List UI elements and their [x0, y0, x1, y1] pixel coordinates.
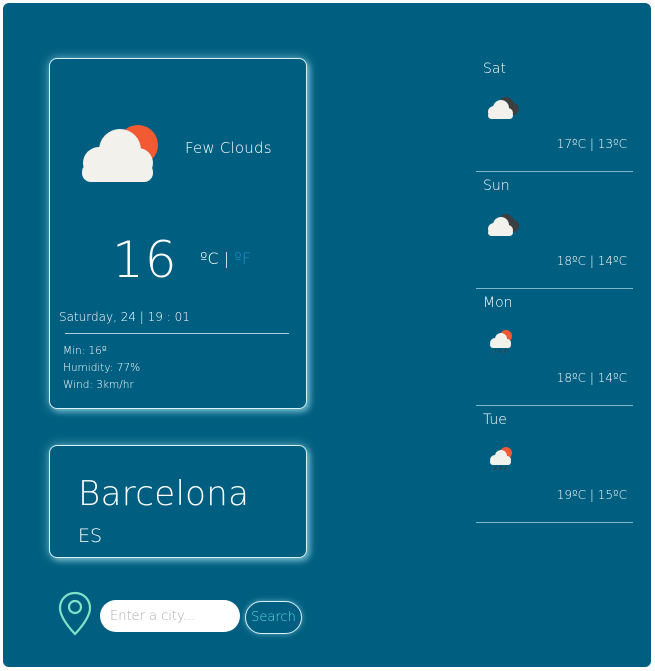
forecast-day: Tue 19ºC | 15ºC	[476, 406, 633, 523]
forecast-temperature-range: 17ºC | 13ºC	[556, 137, 627, 151]
fahrenheit-unit[interactable]: ºF	[234, 249, 251, 268]
forecast-temperature-range: 18ºC | 14ºC	[556, 254, 627, 268]
wind-speed: Wind: 3km/hr	[63, 379, 134, 391]
current-weather-card: Few Clouds 16 ºC | ºF Saturday, 24 | 19 …	[49, 58, 307, 409]
country-code: ES	[78, 525, 103, 547]
forecast-day-name: Sun	[483, 178, 510, 194]
unit-toggle: ºC | ºF	[200, 249, 251, 268]
search-button[interactable]: Search	[245, 601, 302, 634]
rain-cloud-icon	[490, 330, 512, 354]
forecast-day-name: Tue	[483, 412, 507, 428]
weather-condition: Few Clouds	[185, 139, 272, 157]
forecast-temperature-range: 18ºC | 14ºC	[556, 371, 627, 385]
few-clouds-day-icon	[82, 125, 158, 182]
city-search-input[interactable]	[100, 600, 240, 632]
divider	[65, 333, 289, 334]
weather-details: Min: 16º Humidity: 77% Wind: 3km/hr	[63, 343, 140, 394]
date-time: Saturday, 24 | 19 : 01	[59, 310, 190, 324]
city-name: Barcelona	[78, 474, 250, 514]
forecast-day: Sat 17ºC | 13ºC	[476, 55, 633, 172]
rain-cloud-icon	[490, 447, 512, 471]
forecast-day: Mon 18ºC | 14ºC	[476, 289, 633, 406]
forecast-day: Sun 18ºC | 14ºC	[476, 172, 633, 289]
broken-clouds-icon	[488, 97, 519, 119]
location-card: Barcelona ES	[49, 445, 307, 558]
forecast-day-name: Sat	[483, 61, 506, 77]
unit-separator: |	[218, 249, 235, 268]
forecast-day-name: Mon	[483, 295, 513, 311]
min-temperature: Min: 16º	[63, 345, 107, 357]
humidity: Humidity: 77%	[63, 362, 141, 374]
forecast-temperature-range: 19ºC | 15ºC	[556, 488, 627, 502]
location-pin-icon[interactable]	[57, 591, 93, 637]
current-temperature: 16	[112, 231, 178, 289]
weather-app: Few Clouds 16 ºC | ºF Saturday, 24 | 19 …	[3, 3, 651, 667]
broken-clouds-icon	[488, 214, 519, 236]
forecast-list: Sat 17ºC | 13ºC Sun 18ºC | 14ºC Mon 18ºC…	[476, 55, 633, 523]
celsius-unit[interactable]: ºC	[200, 249, 219, 268]
